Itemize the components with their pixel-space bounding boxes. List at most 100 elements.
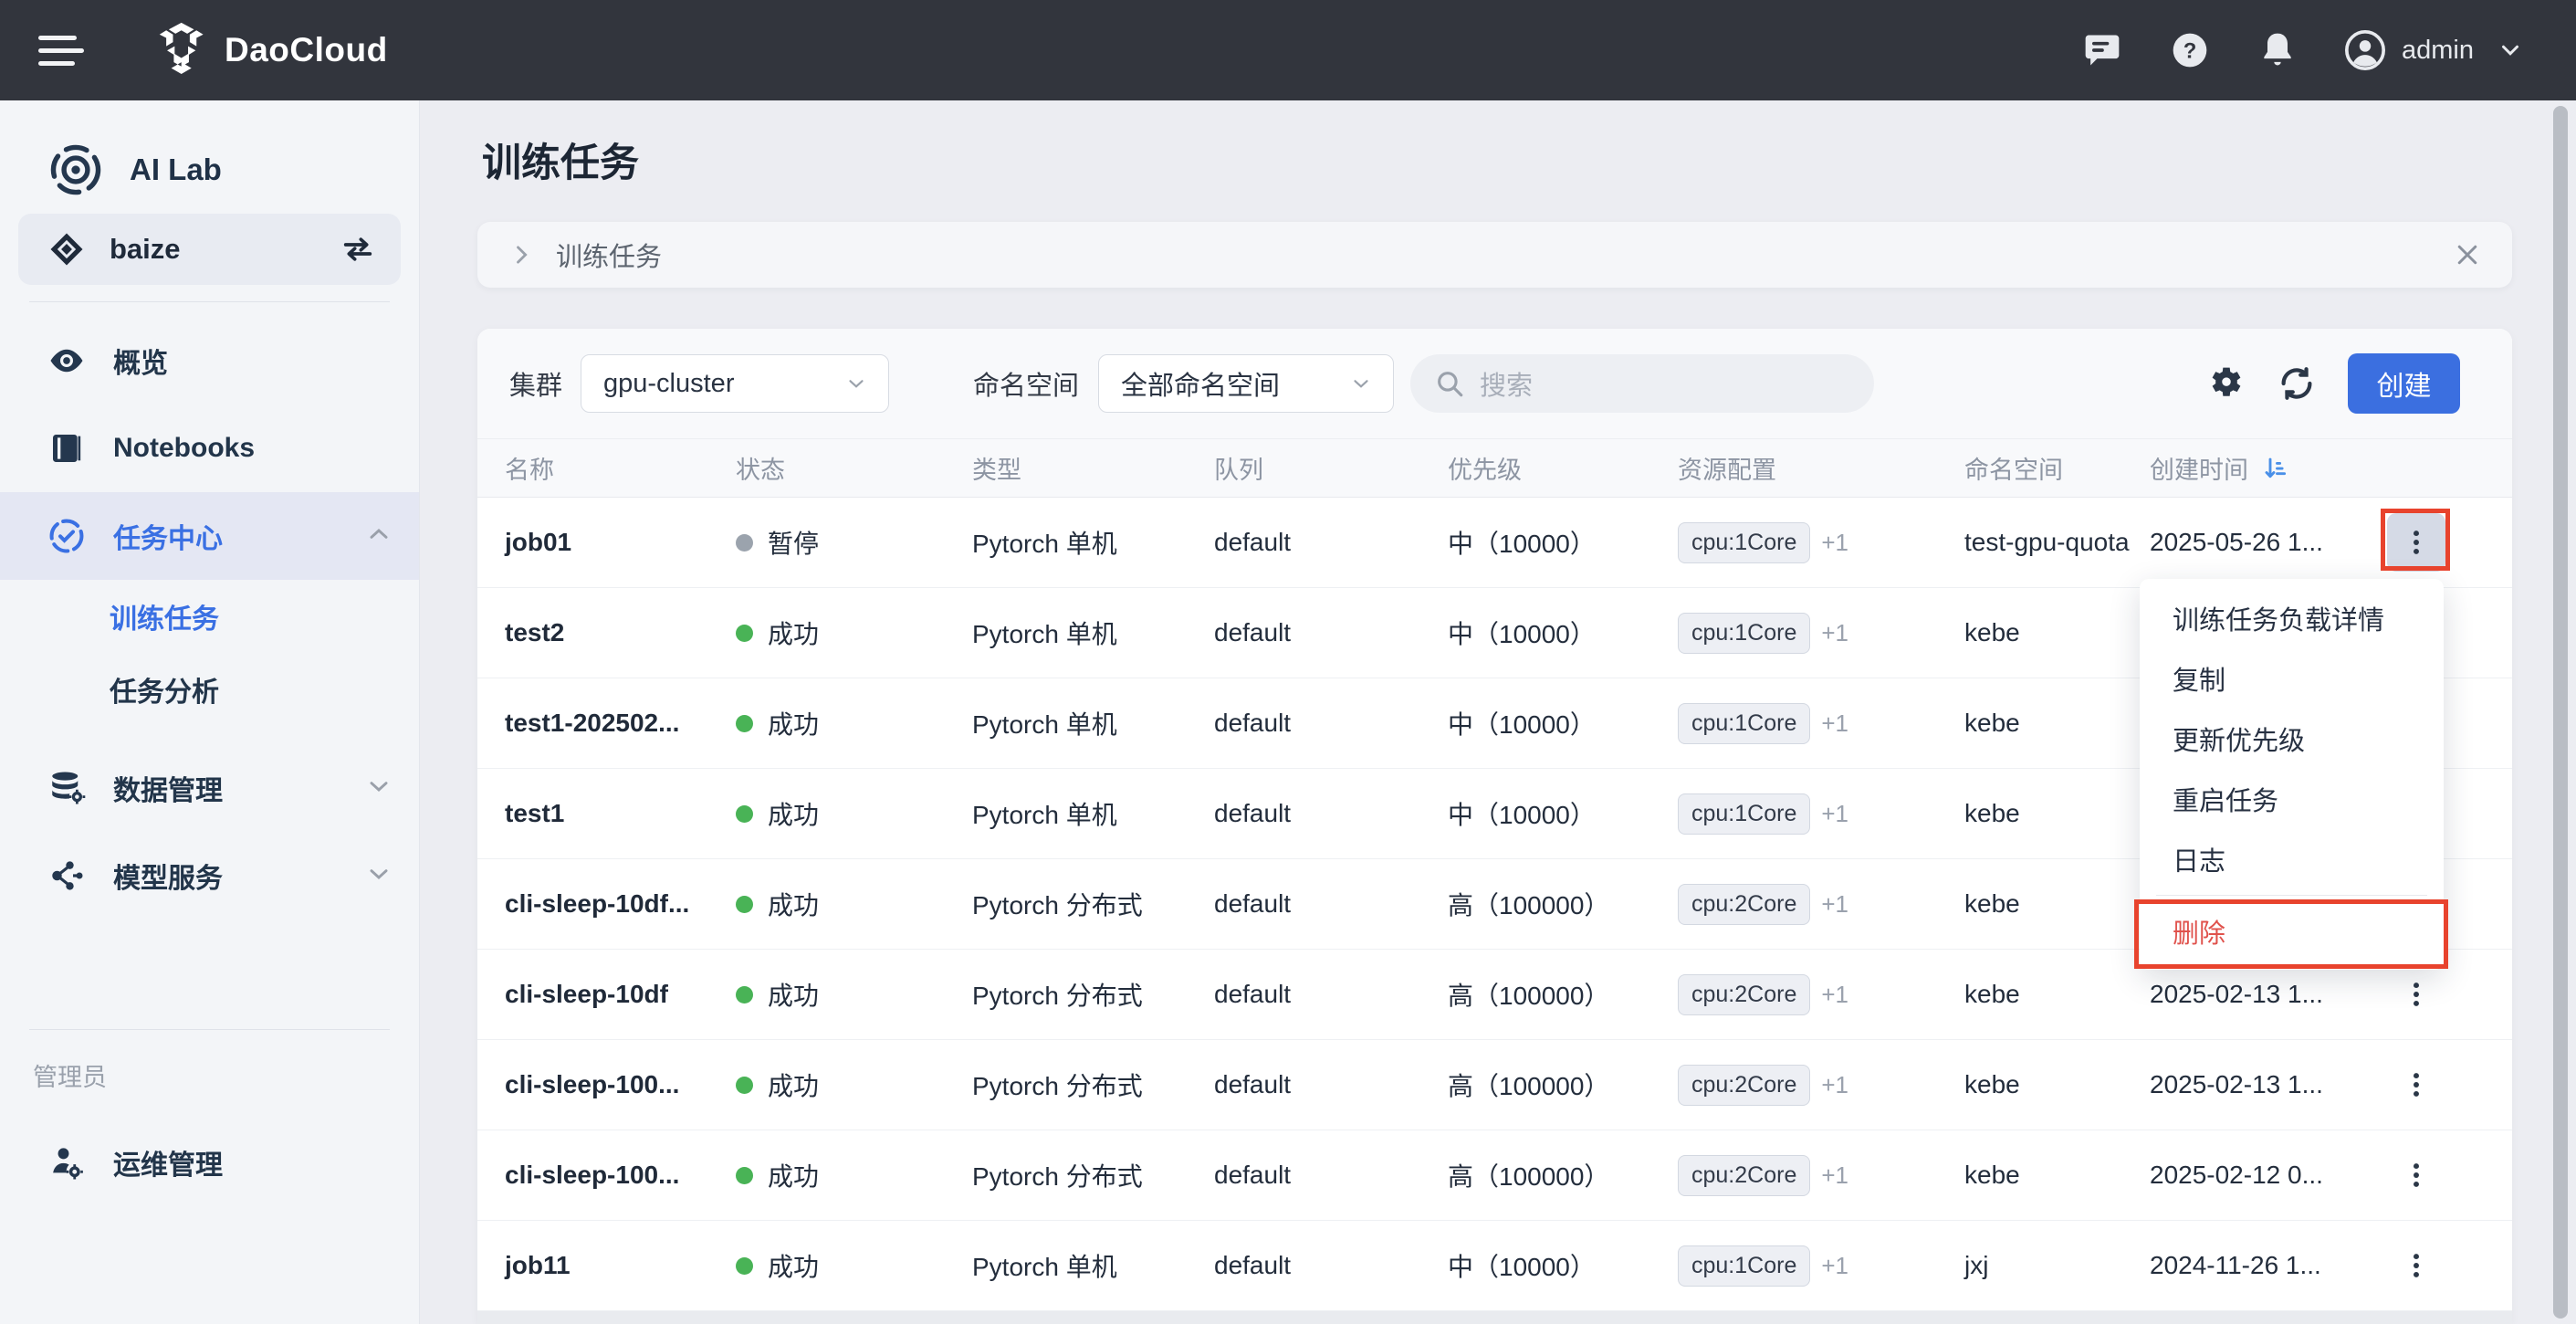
namespace-select-value: 全部命名空间 xyxy=(1121,364,1280,403)
namespace-select[interactable]: 全部命名空间 xyxy=(1098,354,1394,413)
cluster-label: 集群 xyxy=(509,364,562,403)
sidebar-item-ops-management[interactable]: 运维管理 xyxy=(0,1119,419,1206)
menu-item[interactable]: 更新优先级 xyxy=(2140,709,2444,769)
sidebar-item-overview[interactable]: 概览 xyxy=(0,317,419,405)
switch-workspace-icon[interactable] xyxy=(339,230,377,268)
breadcrumb[interactable]: 训练任务 xyxy=(477,222,2512,288)
row-actions-button[interactable] xyxy=(2387,1056,2445,1114)
hamburger-menu-icon[interactable] xyxy=(38,30,86,70)
resource-extra-count[interactable]: +1 xyxy=(1821,1161,1848,1190)
namespace-label: 命名空间 xyxy=(973,364,1079,403)
job-name[interactable]: cli-sleep-100... xyxy=(505,1161,736,1190)
sidebar-item-label: 模型服务 xyxy=(113,856,364,896)
sidebar-item-model-service[interactable]: 模型服务 xyxy=(0,832,419,919)
status-dot-icon xyxy=(736,625,753,642)
cluster-select[interactable]: gpu-cluster xyxy=(581,354,889,413)
job-priority: 中（10000） xyxy=(1448,1247,1678,1284)
job-priority: 中（10000） xyxy=(1448,795,1678,832)
table-header: 名称 状态 类型 队列 优先级 资源配置 命名空间 创建时间 xyxy=(477,438,2512,498)
menu-item[interactable]: 重启任务 xyxy=(2140,769,2444,829)
job-name[interactable]: job01 xyxy=(505,528,736,557)
job-name[interactable]: cli-sleep-10df... xyxy=(505,889,736,919)
resource-extra-count[interactable]: +1 xyxy=(1821,529,1848,557)
job-name[interactable]: job11 xyxy=(505,1251,736,1280)
resource-chip: cpu:2Core xyxy=(1678,1155,1810,1196)
job-namespace: kebe xyxy=(1964,980,2150,1009)
job-type: Pytorch 分布式 xyxy=(972,976,1214,1013)
resource-extra-count[interactable]: +1 xyxy=(1821,890,1848,919)
svg-text:?: ? xyxy=(2183,38,2197,63)
notifications-bell-icon[interactable] xyxy=(2257,30,2298,70)
job-namespace: jxj xyxy=(1964,1251,2150,1280)
table-row[interactable]: job01 暂停 Pytorch 单机 default 中（10000） cpu… xyxy=(477,498,2512,588)
sidebar-item-training-jobs[interactable]: 训练任务 xyxy=(0,580,419,653)
resource-extra-count[interactable]: +1 xyxy=(1821,709,1848,738)
resource-extra-count[interactable]: +1 xyxy=(1821,619,1848,647)
job-queue: default xyxy=(1214,709,1448,738)
job-name[interactable]: cli-sleep-100... xyxy=(505,1070,736,1099)
resource-extra-count[interactable]: +1 xyxy=(1821,1071,1848,1099)
workspace-icon xyxy=(47,230,86,268)
menu-item-delete[interactable]: 删除 xyxy=(2140,901,2444,961)
menu-item[interactable]: 训练任务负载详情 xyxy=(2140,588,2444,648)
row-actions-button[interactable] xyxy=(2387,965,2445,1024)
eye-icon xyxy=(47,342,86,380)
chevron-down-icon xyxy=(364,772,393,805)
sidebar-section-label: 管理员 xyxy=(33,1057,419,1093)
user-menu[interactable]: admin xyxy=(2345,30,2530,70)
resource-extra-count[interactable]: +1 xyxy=(1821,981,1848,1009)
job-resources: cpu:1Core +1 xyxy=(1678,793,1964,835)
menu-item[interactable]: 复制 xyxy=(2140,648,2444,709)
job-status: 成功 xyxy=(736,795,972,832)
job-created-time: 2025-02-13 1... xyxy=(2150,980,2361,1009)
row-actions-button[interactable] xyxy=(2387,1236,2445,1295)
sidebar-item-notebooks[interactable]: Notebooks xyxy=(0,405,419,492)
table-row[interactable]: cli-sleep-100... 成功 Pytorch 分布式 default … xyxy=(477,1130,2512,1221)
close-icon[interactable] xyxy=(2454,241,2481,268)
job-name[interactable]: cli-sleep-10df xyxy=(505,980,736,1009)
job-name[interactable]: test1-202502... xyxy=(505,709,736,738)
search-input[interactable]: 搜索 xyxy=(1410,354,1874,413)
username: admin xyxy=(2402,36,2474,66)
brand-logo[interactable]: DaoCloud xyxy=(157,22,388,79)
col-resources: 资源配置 xyxy=(1678,450,1964,486)
workspace-switcher[interactable]: baize xyxy=(18,214,401,285)
brand-name: DaoCloud xyxy=(225,31,388,69)
feedback-icon[interactable] xyxy=(2082,30,2122,70)
menu-item[interactable]: 日志 xyxy=(2140,829,2444,889)
row-actions-button[interactable] xyxy=(2387,513,2445,572)
status-dot-icon xyxy=(736,1167,753,1184)
job-name[interactable]: test1 xyxy=(505,799,736,828)
help-icon[interactable]: ? xyxy=(2170,30,2210,70)
job-namespace: kebe xyxy=(1964,709,2150,738)
job-name[interactable]: test2 xyxy=(505,618,736,647)
job-priority: 高（100000） xyxy=(1448,886,1678,922)
cluster-select-value: gpu-cluster xyxy=(603,369,734,399)
job-resources: cpu:1Core +1 xyxy=(1678,522,1964,563)
job-queue: default xyxy=(1214,1251,1448,1280)
job-status: 成功 xyxy=(736,615,972,651)
sort-desc-icon[interactable] xyxy=(2261,455,2288,482)
row-actions-button[interactable] xyxy=(2387,1146,2445,1204)
sidebar-item-job-analysis[interactable]: 任务分析 xyxy=(0,653,419,726)
job-created-time: 2024-11-26 1... xyxy=(2150,1251,2361,1280)
sidebar-item-label: 数据管理 xyxy=(113,768,364,808)
job-resources: cpu:2Core +1 xyxy=(1678,1065,1964,1106)
refresh-icon[interactable] xyxy=(2273,360,2320,407)
table-settings-gear-icon[interactable] xyxy=(2203,360,2250,407)
status-dot-icon xyxy=(736,805,753,823)
sidebar-item-task-center[interactable]: 任务中心 xyxy=(0,492,419,580)
resource-extra-count[interactable]: +1 xyxy=(1821,1252,1848,1280)
resource-extra-count[interactable]: +1 xyxy=(1821,800,1848,828)
filter-row: 集群 gpu-cluster 命名空间 全部命名空间 xyxy=(477,329,2512,438)
table-row[interactable]: job11 成功 Pytorch 单机 default 中（10000） cpu… xyxy=(477,1221,2512,1311)
task-center-icon xyxy=(47,517,86,555)
create-button[interactable]: 创建 xyxy=(2348,353,2460,414)
sidebar-item-data-management[interactable]: 数据管理 xyxy=(0,744,419,832)
job-queue: default xyxy=(1214,528,1448,557)
status-text: 成功 xyxy=(768,615,819,651)
status-dot-icon xyxy=(736,1077,753,1094)
table-row[interactable]: cli-sleep-100... 成功 Pytorch 分布式 default … xyxy=(477,1040,2512,1130)
vertical-scrollbar[interactable] xyxy=(2553,106,2568,1319)
sidebar-item-label: 任务中心 xyxy=(113,516,364,556)
